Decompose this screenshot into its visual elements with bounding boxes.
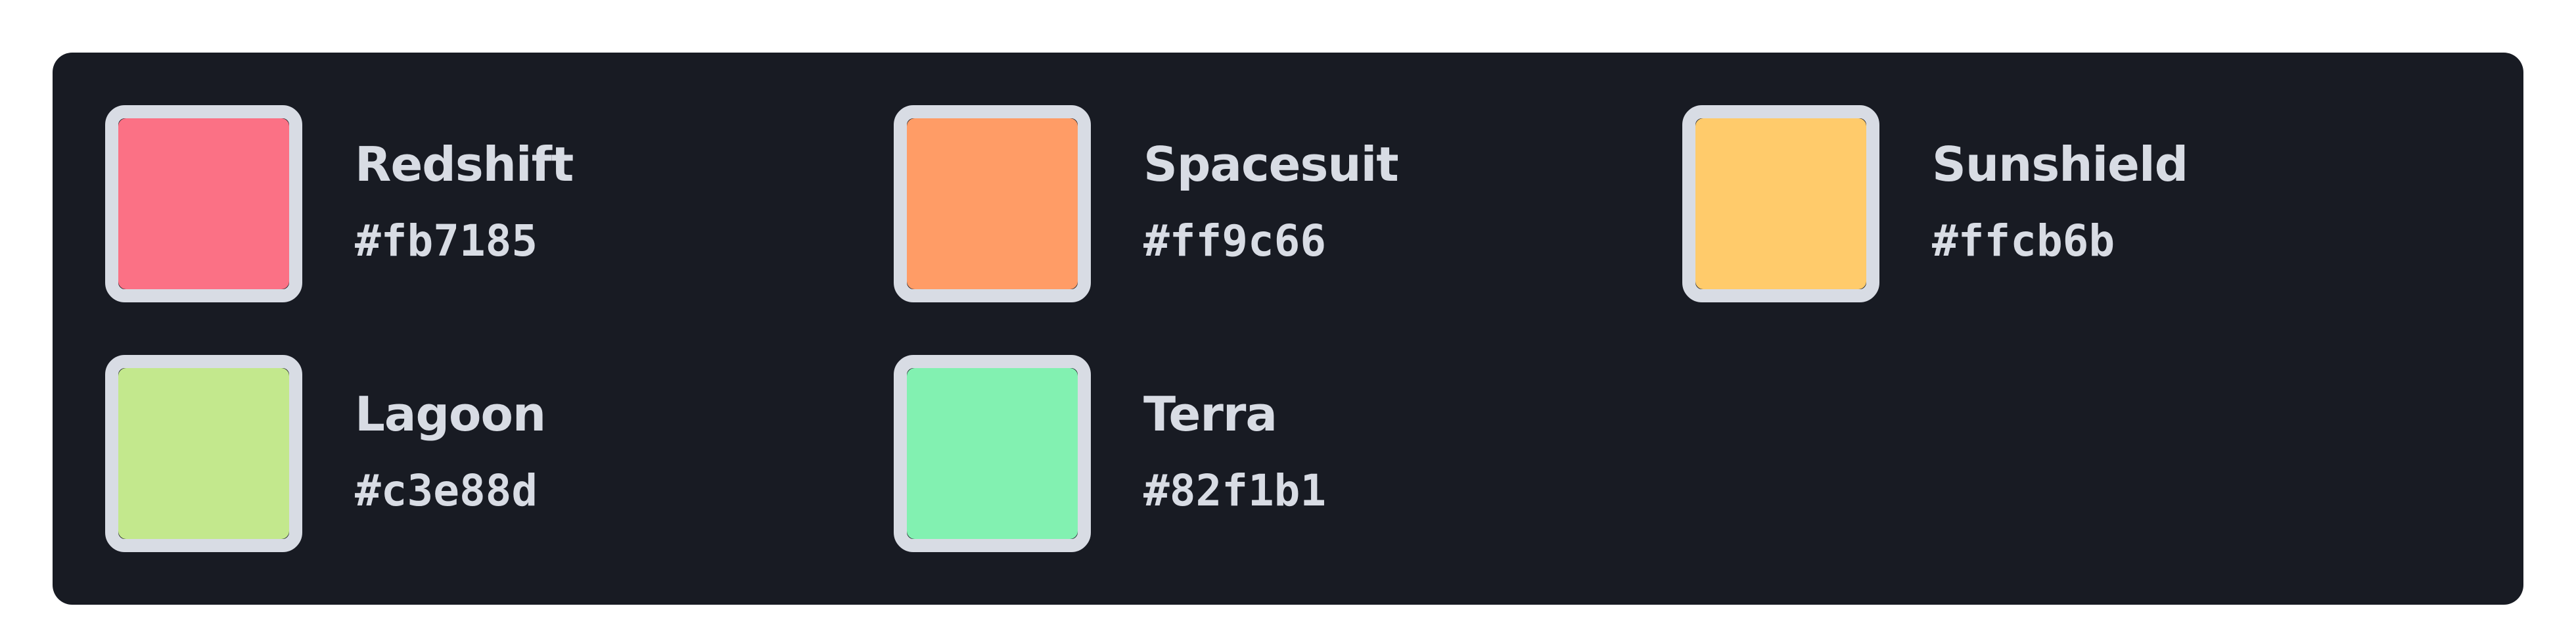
swatch-name: Redshift (355, 137, 574, 192)
swatch-hex: #fb7185 (355, 216, 538, 266)
swatch-hex: #c3e88d (355, 465, 538, 516)
color-swatch (105, 355, 302, 552)
swatch-card-sunshield: Sunshield #ffcb6b (1682, 105, 2405, 302)
color-fill (1695, 118, 1866, 289)
swatch-name: Sunshield (1932, 137, 2188, 192)
color-swatch (105, 105, 302, 302)
swatch-card-redshift: Redshift #fb7185 (105, 105, 828, 302)
color-fill (907, 368, 1078, 539)
color-swatch (894, 105, 1091, 302)
swatch-name: Spacesuit (1143, 137, 1399, 192)
swatch-name: Lagoon (355, 386, 546, 442)
color-swatch (894, 355, 1091, 552)
swatch-card-lagoon: Lagoon #c3e88d (105, 355, 828, 552)
swatch-hex: #ffcb6b (1932, 216, 2115, 266)
color-fill (118, 118, 289, 289)
palette-panel: Redshift #fb7185 Spacesuit #ff9c66 Sunsh… (53, 53, 2523, 605)
color-swatch (1682, 105, 1879, 302)
swatch-hex: #ff9c66 (1143, 216, 1327, 266)
swatch-card-spacesuit: Spacesuit #ff9c66 (894, 105, 1617, 302)
color-fill (118, 368, 289, 539)
swatch-card-terra: Terra #82f1b1 (894, 355, 1617, 552)
swatch-hex: #82f1b1 (1143, 465, 1327, 516)
color-fill (907, 118, 1078, 289)
swatch-name: Terra (1143, 386, 1277, 442)
